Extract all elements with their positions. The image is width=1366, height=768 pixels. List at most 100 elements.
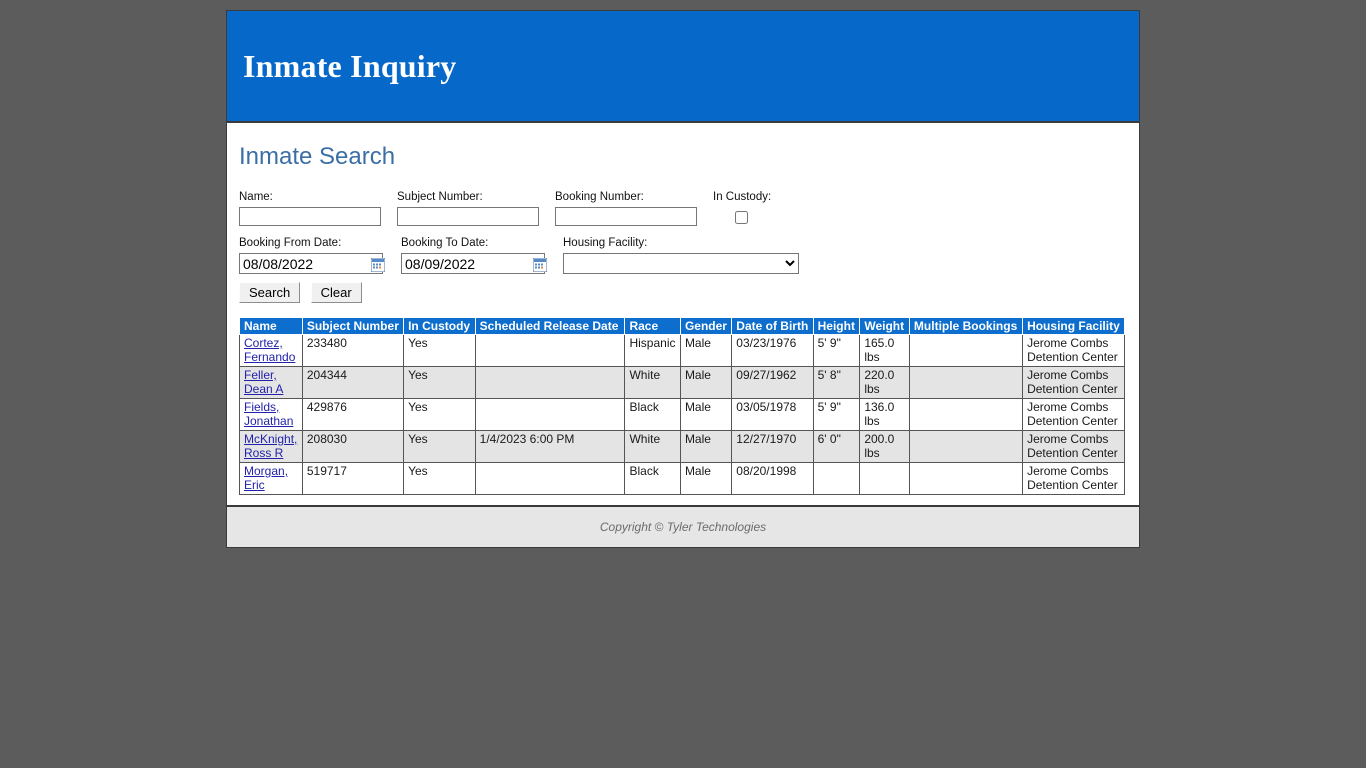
cell-housing-facility: Jerome Combs Detention Center: [1022, 398, 1125, 431]
cell-race: Black: [624, 398, 681, 431]
cell-housing-facility: Jerome Combs Detention Center: [1022, 334, 1125, 367]
column-header-weight[interactable]: Weight: [859, 317, 910, 335]
in-custody-checkbox[interactable]: [735, 211, 748, 224]
column-header-in-custody[interactable]: In Custody: [403, 317, 476, 335]
results-table: Name Subject Number In Custody Scheduled…: [239, 317, 1125, 495]
inmate-name-link[interactable]: Feller, Dean A: [244, 368, 283, 396]
name-field-group: Name:: [239, 191, 381, 226]
cell-name: Fields, Jonathan: [239, 398, 303, 431]
cell-housing-facility: Jerome Combs Detention Center: [1022, 366, 1125, 399]
name-label: Name:: [239, 191, 273, 203]
cell-height: 5' 9": [812, 398, 861, 431]
cell-name: Morgan, Eric: [239, 462, 303, 495]
table-row: McKnight, Ross R 208030 Yes 1/4/2023 6:0…: [239, 430, 1125, 463]
cell-subject-number: 429876: [301, 398, 405, 431]
results-table-body: Cortez, Fernando 233480 Yes Hispanic Mal…: [239, 334, 1125, 495]
column-header-height[interactable]: Height: [812, 317, 861, 335]
cell-date-of-birth: 03/05/1978: [731, 398, 814, 431]
column-header-subject-number[interactable]: Subject Number: [301, 317, 405, 335]
column-header-date-of-birth[interactable]: Date of Birth: [731, 317, 814, 335]
cell-scheduled-release-date: [474, 366, 626, 399]
cell-name: Feller, Dean A: [239, 366, 303, 399]
cell-weight: 220.0 lbs: [859, 366, 910, 399]
booking-from-date-field-group: Booking From Date:: [239, 237, 385, 274]
housing-facility-field-group: Housing Facility:: [563, 237, 799, 274]
booking-from-date-label: Booking From Date:: [239, 237, 342, 249]
page-header: Inmate Inquiry: [227, 11, 1139, 123]
cell-housing-facility: Jerome Combs Detention Center: [1022, 462, 1125, 495]
cell-subject-number: 204344: [301, 366, 405, 399]
cell-gender: Male: [679, 334, 733, 367]
in-custody-label: In Custody:: [713, 191, 772, 203]
results-header-row: Name Subject Number In Custody Scheduled…: [239, 317, 1125, 335]
cell-race: Black: [624, 462, 681, 495]
cell-height: 5' 9": [812, 334, 861, 367]
column-header-housing-facility[interactable]: Housing Facility: [1022, 317, 1125, 335]
cell-in-custody: Yes: [403, 366, 476, 399]
calendar-icon[interactable]: [533, 257, 547, 272]
main-content: Inmate Search Name: Subject Number: Book…: [227, 123, 1139, 505]
table-row: Cortez, Fernando 233480 Yes Hispanic Mal…: [239, 334, 1125, 367]
copyright-text: Copyright © Tyler Technologies: [599, 520, 767, 534]
cell-in-custody: Yes: [403, 462, 476, 495]
inmate-name-link[interactable]: Morgan, Eric: [244, 464, 288, 492]
form-buttons: Search Clear: [239, 282, 1125, 303]
table-row: Feller, Dean A 204344 Yes White Male 09/…: [239, 366, 1125, 399]
booking-number-label: Booking Number:: [555, 191, 644, 203]
column-header-race[interactable]: Race: [624, 317, 681, 335]
column-header-name[interactable]: Name: [239, 317, 303, 335]
booking-number-input[interactable]: [555, 207, 697, 226]
cell-name: McKnight, Ross R: [239, 430, 303, 463]
cell-housing-facility: Jerome Combs Detention Center: [1022, 430, 1125, 463]
booking-to-date-label: Booking To Date:: [401, 237, 489, 249]
column-header-multiple-bookings[interactable]: Multiple Bookings: [908, 317, 1024, 335]
calendar-icon[interactable]: [371, 257, 385, 272]
cell-weight: 136.0 lbs: [859, 398, 910, 431]
cell-in-custody: Yes: [403, 334, 476, 367]
cell-gender: Male: [679, 430, 733, 463]
cell-scheduled-release-date: [474, 334, 626, 367]
cell-gender: Male: [679, 462, 733, 495]
cell-date-of-birth: 03/23/1976: [731, 334, 814, 367]
clear-button[interactable]: Clear: [310, 282, 362, 303]
cell-height: 5' 8": [812, 366, 861, 399]
cell-subject-number: 519717: [301, 462, 405, 495]
subject-number-field-group: Subject Number:: [397, 191, 539, 226]
cell-in-custody: Yes: [403, 430, 476, 463]
subject-number-input[interactable]: [397, 207, 539, 226]
cell-multiple-bookings: [908, 366, 1024, 399]
inmate-name-link[interactable]: McKnight, Ross R: [244, 432, 297, 460]
name-input[interactable]: [239, 207, 381, 226]
cell-weight: 200.0 lbs: [859, 430, 910, 463]
cell-race: White: [624, 366, 681, 399]
cell-height: [812, 462, 861, 495]
cell-date-of-birth: 12/27/1970: [731, 430, 814, 463]
in-custody-checkbox-wrap: [735, 211, 771, 229]
cell-gender: Male: [679, 366, 733, 399]
cell-race: White: [624, 430, 681, 463]
in-custody-field-group: In Custody:: [713, 191, 771, 229]
cell-multiple-bookings: [908, 430, 1024, 463]
inmate-name-link[interactable]: Cortez, Fernando: [244, 336, 295, 364]
results-table-head: Name Subject Number In Custody Scheduled…: [239, 317, 1125, 335]
search-button[interactable]: Search: [239, 282, 301, 303]
search-form-row-1: Name: Subject Number: Booking Number: In…: [239, 191, 1125, 229]
inmate-inquiry-window: Inmate Inquiry Inmate Search Name: Subje…: [226, 10, 1140, 548]
cell-multiple-bookings: [908, 334, 1024, 367]
table-row: Morgan, Eric 519717 Yes Black Male 08/20…: [239, 462, 1125, 495]
booking-to-date-input[interactable]: [401, 253, 545, 274]
cell-height: 6' 0": [812, 430, 861, 463]
cell-multiple-bookings: [908, 398, 1024, 431]
booking-from-date-wrap: [239, 253, 385, 274]
housing-facility-label: Housing Facility:: [563, 237, 648, 249]
column-header-gender[interactable]: Gender: [679, 317, 733, 335]
cell-scheduled-release-date: 1/4/2023 6:00 PM: [474, 430, 626, 463]
cell-multiple-bookings: [908, 462, 1024, 495]
inmate-name-link[interactable]: Fields, Jonathan: [244, 400, 293, 428]
booking-from-date-input[interactable]: [239, 253, 383, 274]
column-header-scheduled-release-date[interactable]: Scheduled Release Date: [474, 317, 626, 335]
cell-in-custody: Yes: [403, 398, 476, 431]
booking-number-field-group: Booking Number:: [555, 191, 697, 226]
cell-date-of-birth: 08/20/1998: [731, 462, 814, 495]
housing-facility-select[interactable]: [563, 253, 799, 274]
